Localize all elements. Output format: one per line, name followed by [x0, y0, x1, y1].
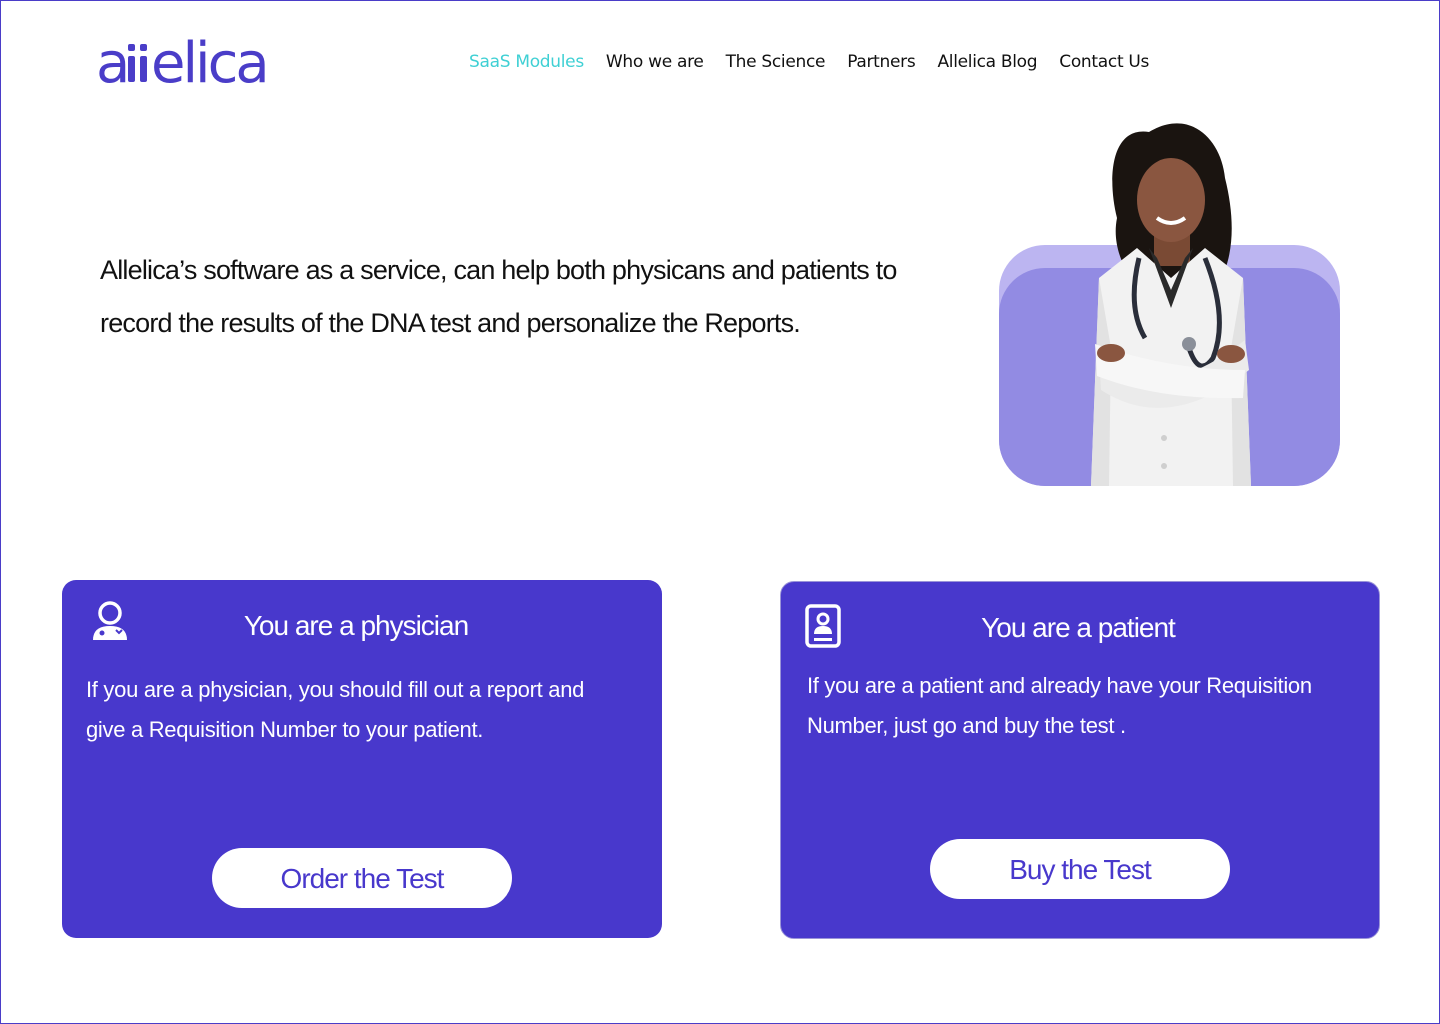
patient-card: You are a patient If you are a patient a… — [780, 581, 1380, 939]
hero-line-1: Allelica’s software as a service, can he… — [100, 255, 897, 285]
patient-desc-line-2: Number, just go and buy the test . — [807, 713, 1126, 738]
nav-contact-us[interactable]: Contact Us — [1059, 52, 1149, 72]
physician-description: If you are a physician, you should fill … — [86, 670, 646, 750]
hero-line-2: record the results of the DNA test and p… — [100, 308, 801, 338]
doctor-photo — [1091, 123, 1251, 486]
svg-text:elica: elica — [151, 31, 267, 90]
patient-description: If you are a patient and already have yo… — [807, 666, 1367, 746]
hero-illustration — [999, 108, 1341, 488]
nav-saas-modules[interactable]: SaaS Modules — [469, 52, 584, 72]
nav-partners[interactable]: Partners — [847, 52, 916, 72]
nav-who-we-are[interactable]: Who we are — [606, 52, 704, 72]
physician-desc-line-1: If you are a physician, you should fill … — [86, 677, 585, 702]
svg-text:a: a — [96, 31, 127, 90]
physician-desc-line-2: give a Requisition Number to your patien… — [86, 717, 484, 742]
allelica-logo-mark: a elica — [96, 31, 270, 96]
patient-title: You are a patient — [981, 612, 1176, 643]
order-test-button[interactable]: Order the Test — [212, 848, 512, 908]
patient-desc-line-1: If you are a patient and already have yo… — [807, 673, 1312, 698]
hero-description: Allelica’s software as a service, can he… — [100, 244, 960, 350]
main-nav: SaaS Modules Who we are The Science Part… — [469, 52, 1171, 72]
nav-allelica-blog[interactable]: Allelica Blog — [937, 52, 1037, 72]
buy-test-button[interactable]: Buy the Test — [930, 839, 1230, 899]
nav-the-science[interactable]: The Science — [726, 52, 826, 72]
physician-title: You are a physician — [243, 610, 469, 641]
physician-card: You are a physician If you are a physici… — [62, 580, 662, 938]
allelica-logo[interactable]: a elica — [96, 30, 278, 96]
